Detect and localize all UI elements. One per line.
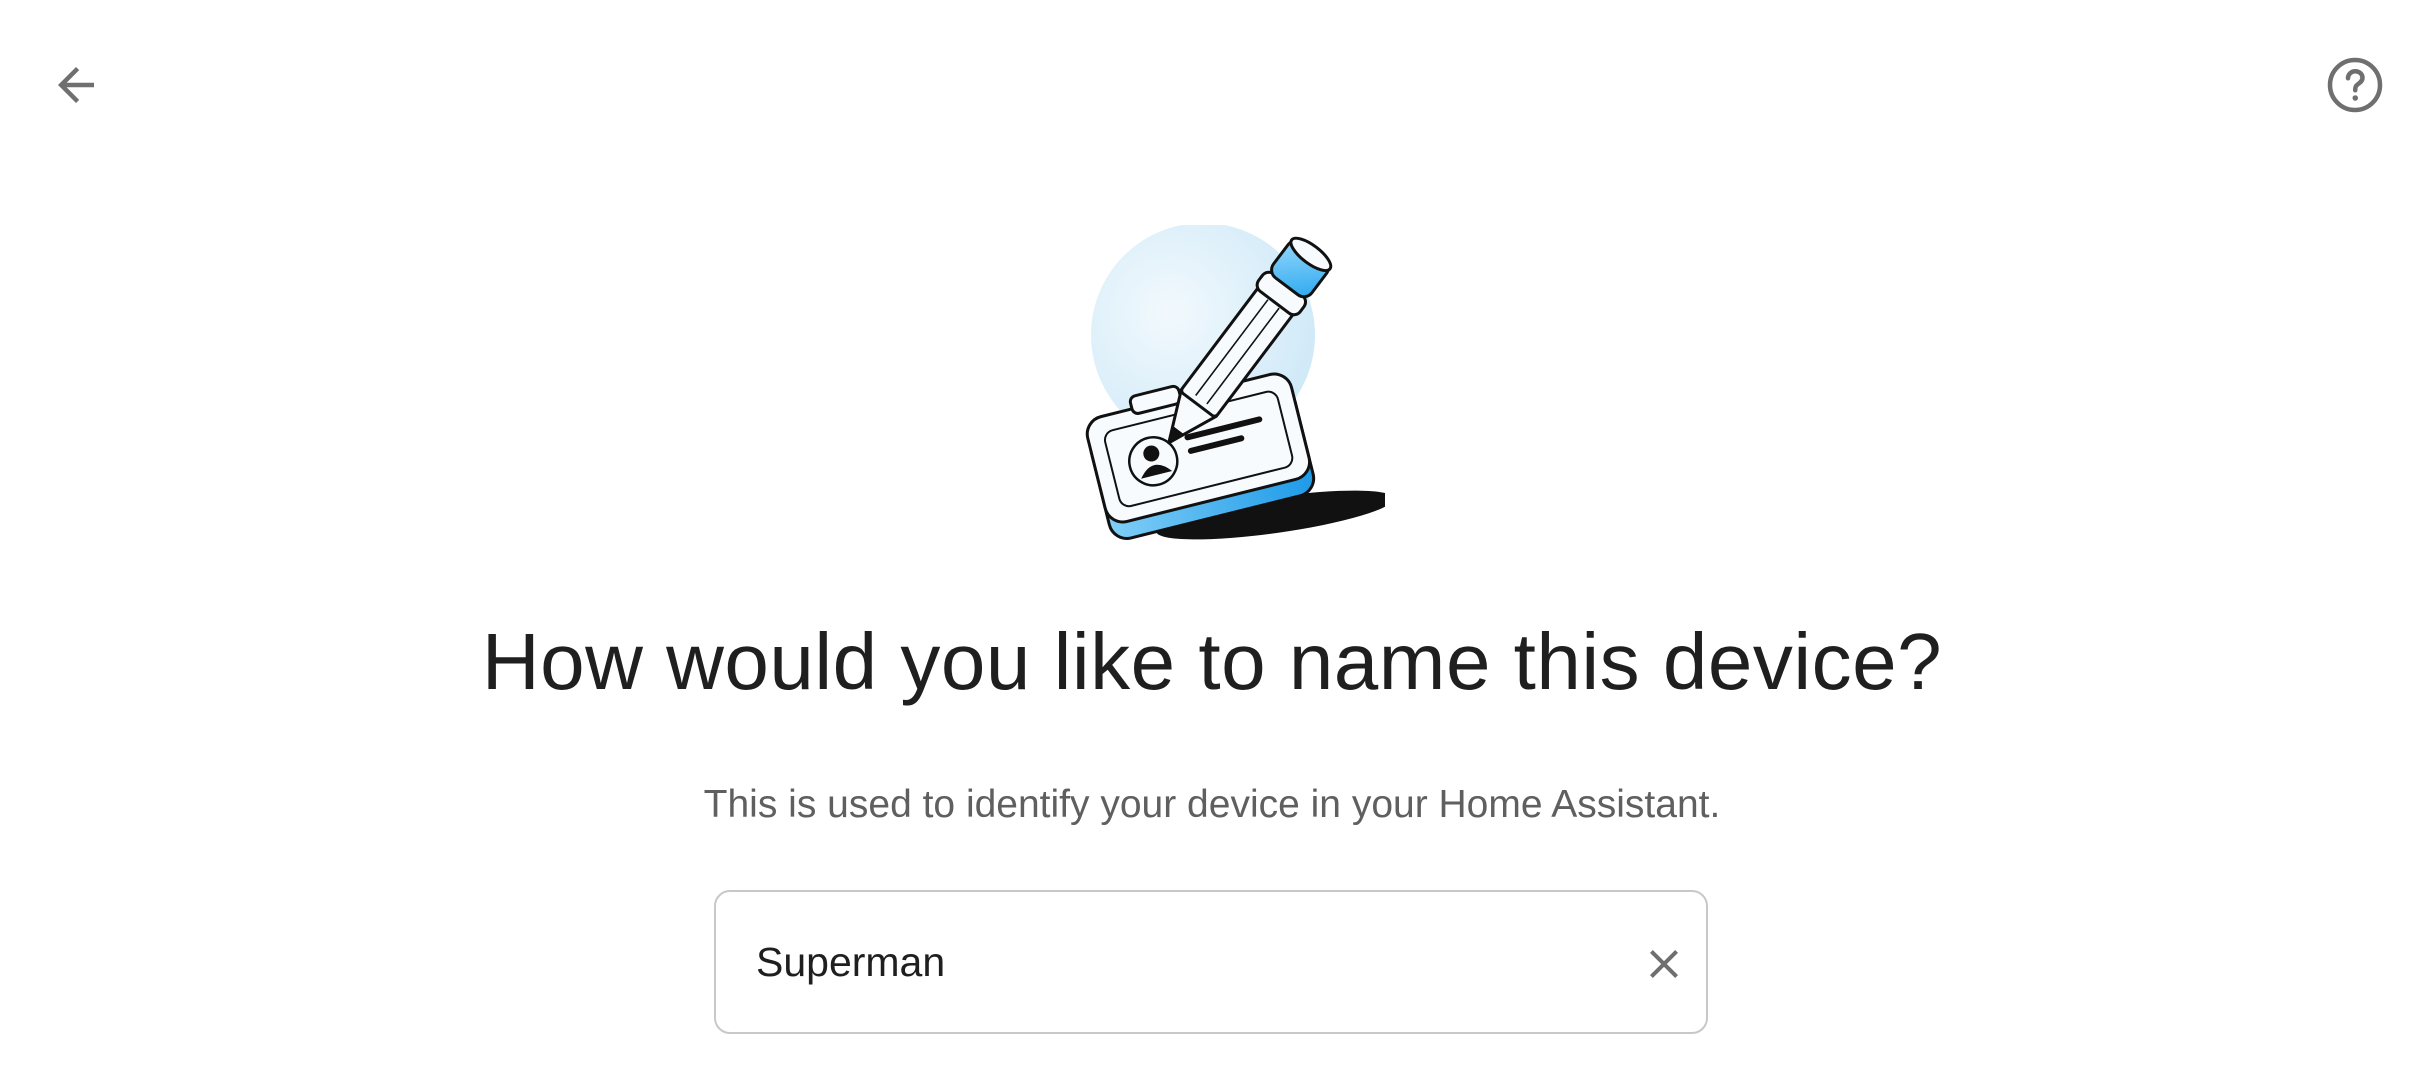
help-button[interactable] xyxy=(2310,45,2400,125)
page-subtitle: This is used to identify your device in … xyxy=(703,783,1721,826)
device-name-field[interactable] xyxy=(714,890,1708,1034)
device-name-input[interactable] xyxy=(756,892,1596,1032)
close-icon xyxy=(1650,950,1678,978)
page-title: How would you like to name this device? xyxy=(481,617,1943,706)
arrow-left-icon xyxy=(58,67,94,103)
back-button[interactable] xyxy=(36,45,116,125)
clear-button[interactable] xyxy=(1624,924,1704,1004)
pencil-id-card-illustration xyxy=(1085,225,1385,540)
help-circle-icon xyxy=(2327,57,2383,113)
device-naming-screen: How would you like to name this device? … xyxy=(0,0,2424,1080)
